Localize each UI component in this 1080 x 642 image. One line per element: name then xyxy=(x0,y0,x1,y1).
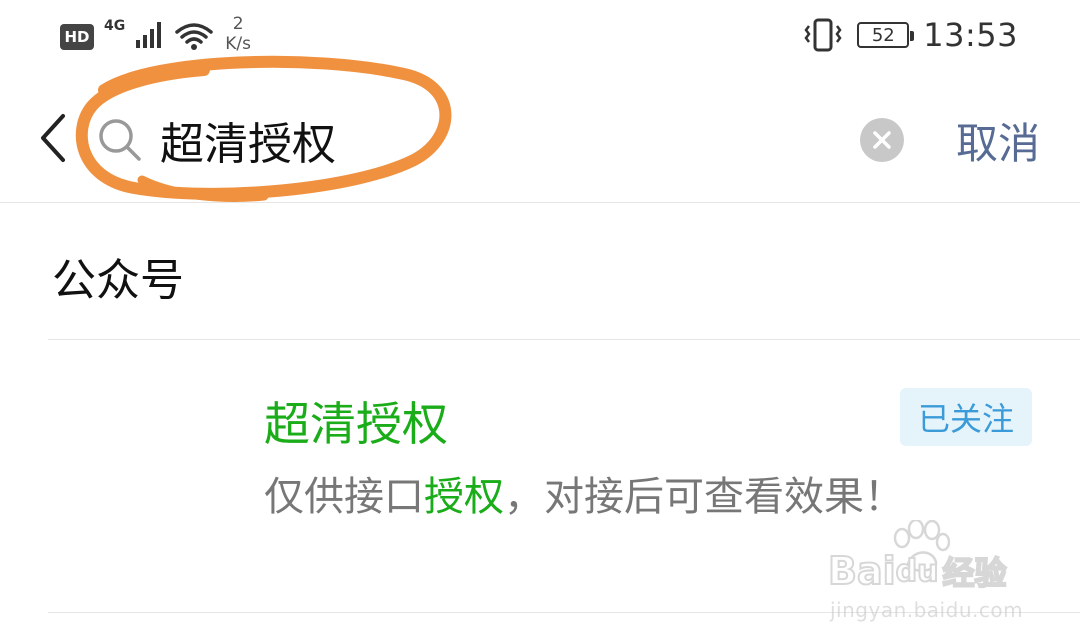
section-title-official-accounts: 公众号 xyxy=(52,255,184,306)
back-button[interactable] xyxy=(30,110,74,166)
network-speed-value: 2 xyxy=(232,14,244,34)
signal-icon xyxy=(136,22,162,48)
status-bar: HD 4G 2 K/s 52 13:53 xyxy=(0,0,1080,74)
result-account-name: 超清授权 xyxy=(264,397,448,451)
clear-search-button[interactable] xyxy=(860,118,904,162)
screen: HD 4G 2 K/s 52 13:53 超清授权 取消 公众号 超清授权 已关… xyxy=(0,0,1080,642)
result-description-suffix: ，对接后可查看效果！ xyxy=(504,474,904,520)
chevron-left-icon xyxy=(41,114,65,162)
search-result-item[interactable]: 超清授权 已关注 仅供接口授权，对接后可查看效果！ xyxy=(48,340,1080,612)
search-input[interactable] xyxy=(160,110,720,170)
cancel-button[interactable]: 取消 xyxy=(956,110,1040,171)
battery-icon: 52 xyxy=(857,22,915,48)
vibrate-icon xyxy=(804,18,842,52)
close-icon xyxy=(873,131,891,149)
hd-badge: HD xyxy=(60,24,94,50)
result-description-prefix: 仅供接口 xyxy=(264,474,424,520)
battery-level: 52 xyxy=(871,24,895,46)
followed-badge: 已关注 xyxy=(900,388,1032,446)
network-type-label: 4G xyxy=(104,18,126,34)
network-speed-unit: K/s xyxy=(225,34,251,54)
clock: 13:53 xyxy=(923,16,1018,54)
status-bar-right: 52 13:53 xyxy=(803,16,1018,54)
wifi-icon xyxy=(175,23,213,50)
search-bar: 取消 xyxy=(0,74,1080,203)
status-bar-left: HD 4G 2 K/s xyxy=(60,14,251,54)
divider xyxy=(48,612,1080,613)
network-speed: 2 K/s xyxy=(225,14,251,54)
result-description: 仅供接口授权，对接后可查看效果！ xyxy=(264,464,904,522)
search-icon xyxy=(99,119,141,161)
result-description-highlight: 授权 xyxy=(424,474,504,520)
